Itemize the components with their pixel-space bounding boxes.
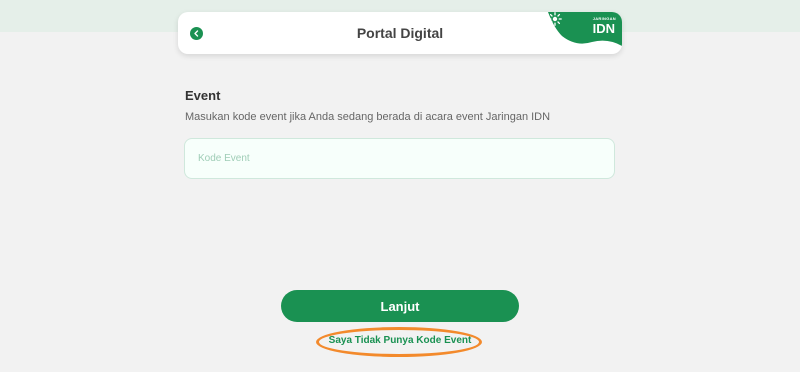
brand-logo: JARINGAN IDN (548, 12, 622, 54)
event-description: Masukan kode event jika Anda sedang bera… (185, 111, 551, 123)
continue-button[interactable]: Lanjut (281, 290, 519, 322)
burst-icon (548, 12, 562, 26)
event-section-title: Event (185, 88, 221, 103)
brand-label-big: IDN (592, 21, 615, 36)
highlight-annotation (316, 327, 482, 357)
header-card: Portal Digital JARINGAN IDN (178, 12, 622, 54)
event-code-input[interactable] (184, 138, 615, 179)
